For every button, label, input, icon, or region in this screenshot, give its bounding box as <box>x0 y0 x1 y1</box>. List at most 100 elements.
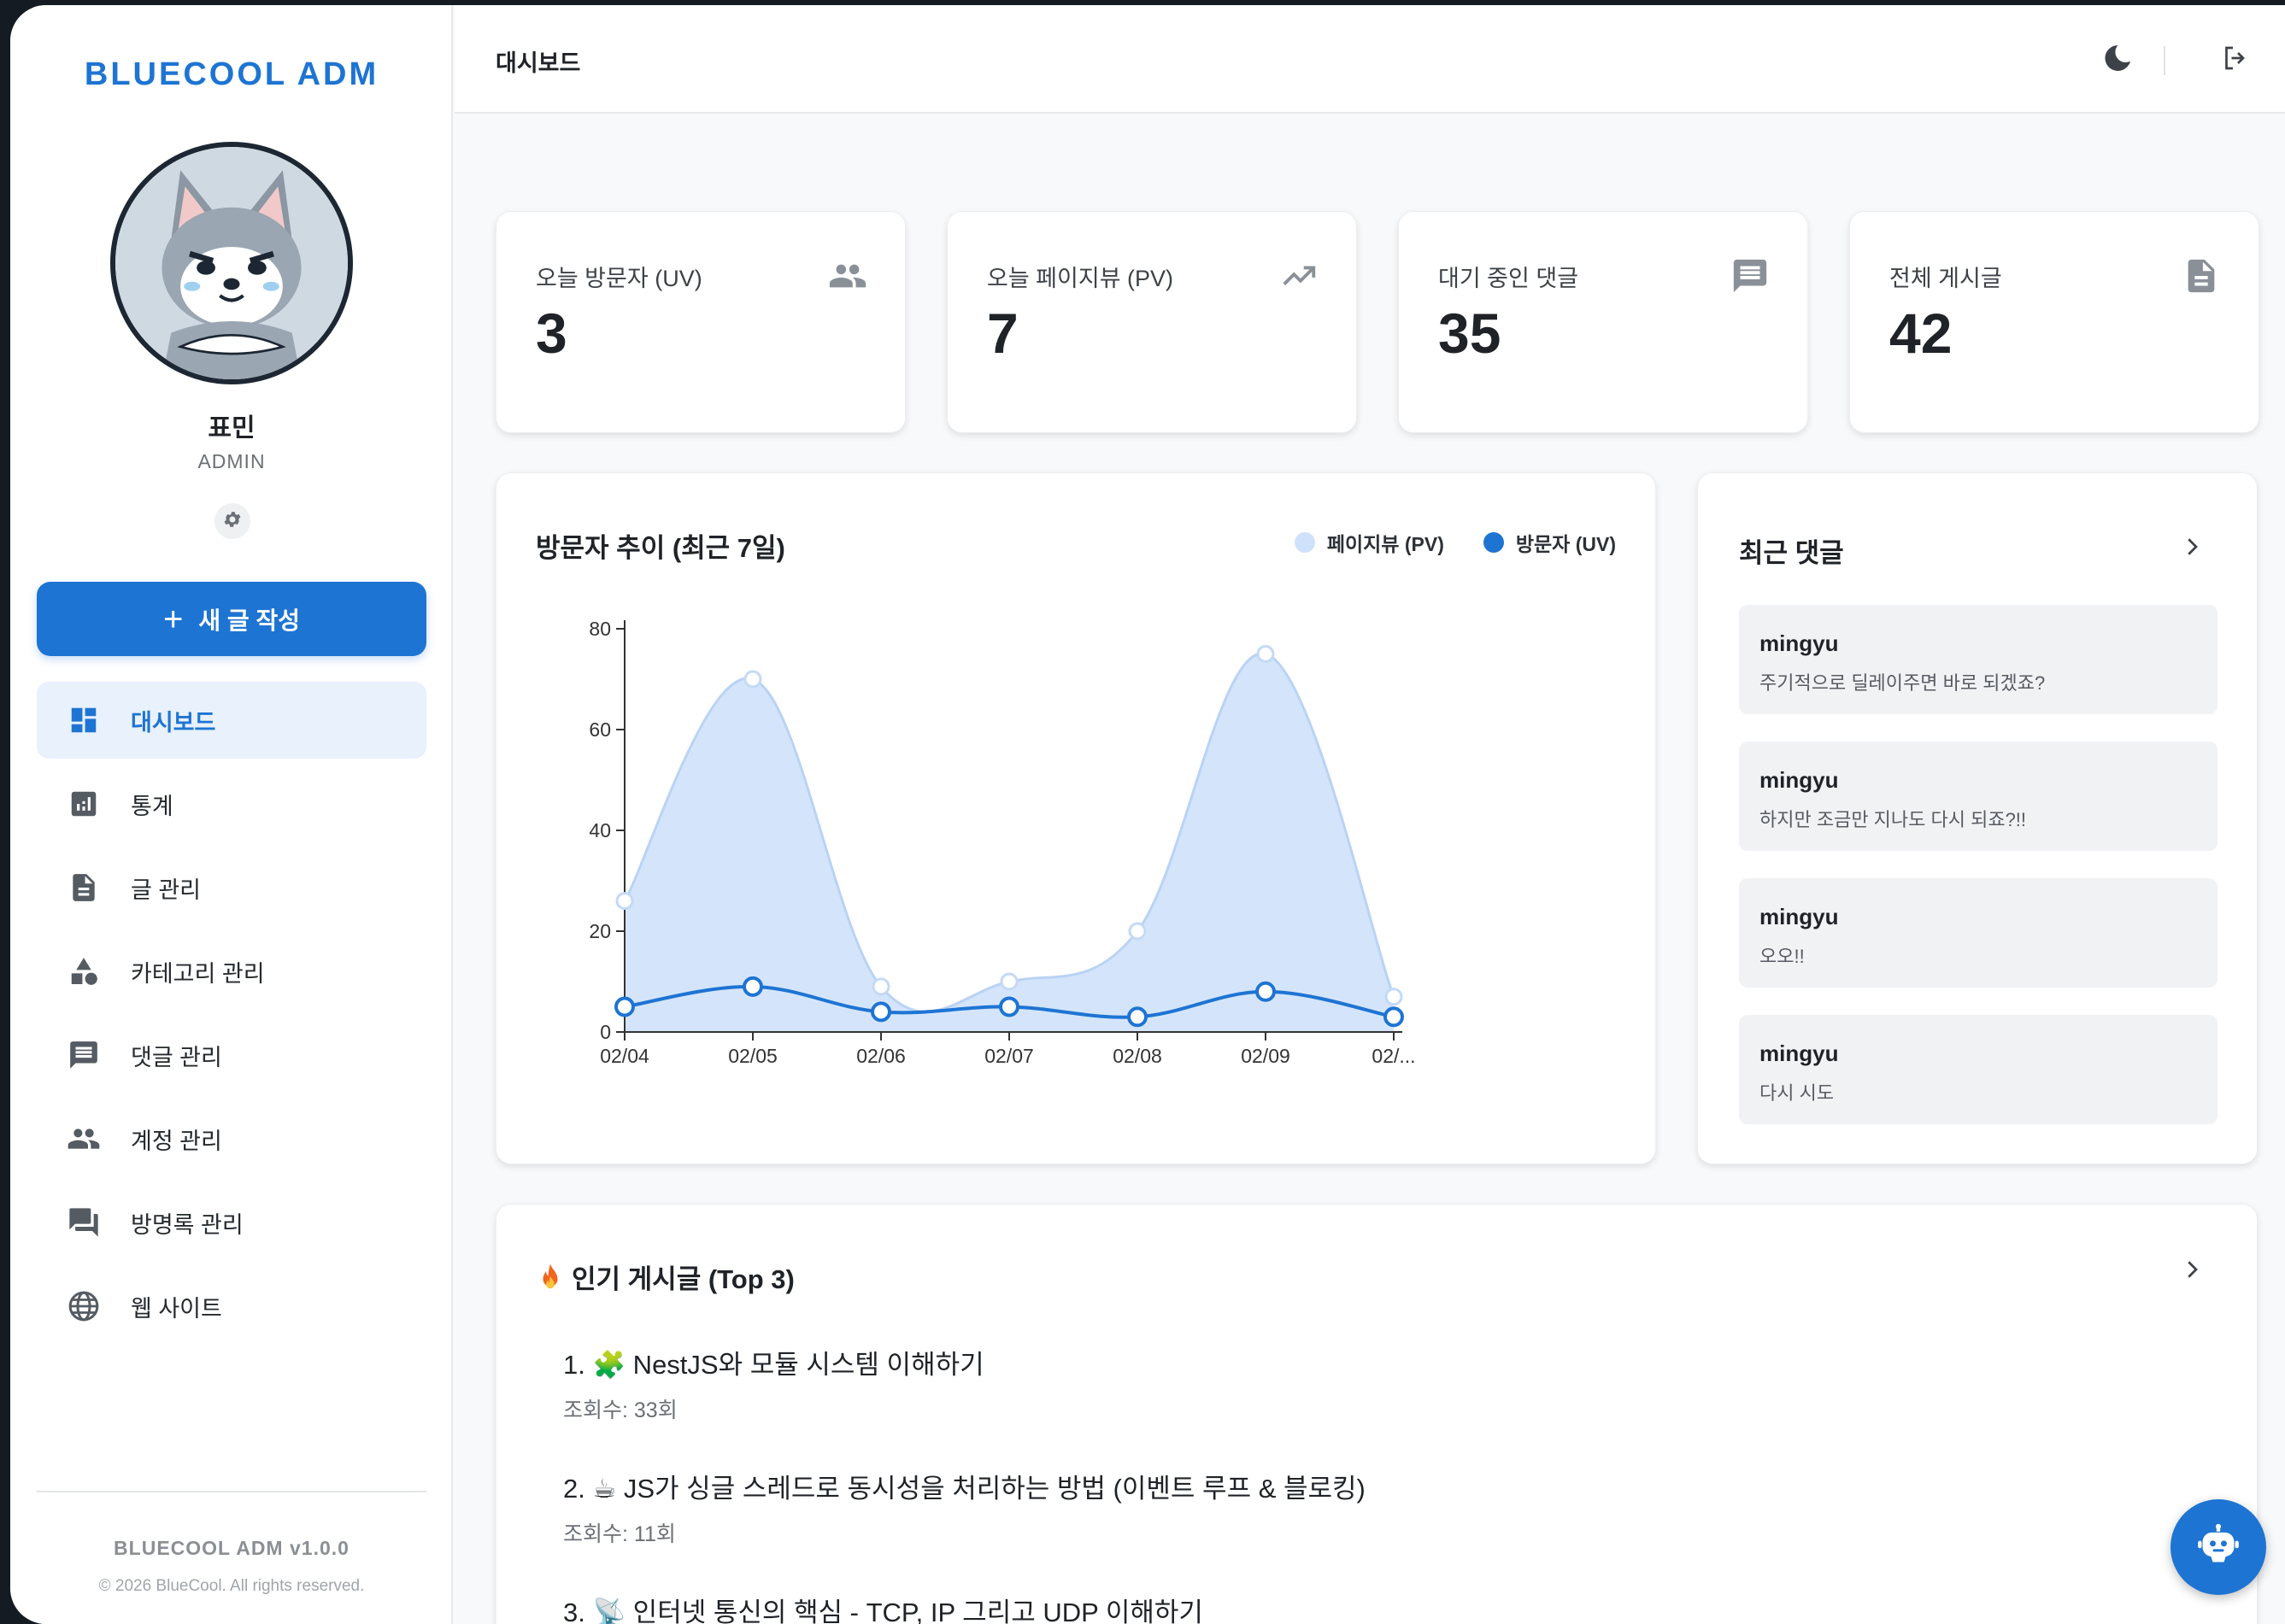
x-tick-label: 02/08 <box>1113 1045 1162 1067</box>
moon-icon <box>2102 43 2133 78</box>
stat-card-uv: 오늘 방문자 (UV) 3 <box>496 211 906 433</box>
visitor-trend-chart: 0 20 40 60 80 02/04 02/05 02/06 02/07 02/08 02/09 0… <box>589 618 1415 1067</box>
sidebar-item-label: 댓글 관리 <box>131 1044 222 1070</box>
pv-point <box>1384 988 1403 1006</box>
app-version: BLUECOOL ADM v1.0.0 <box>114 1537 350 1559</box>
uv-point <box>1255 981 1276 1002</box>
popular-post-item[interactable]: 1. 🧩 NestJS와 모듈 시스템 이해하기 조회수: 33회 <box>563 1343 984 1424</box>
comment-item[interactable]: mingyu 하지만 조금만 지나도 다시 되죠?!! <box>1739 742 2217 851</box>
sidebar-item-statistics[interactable]: 통계 <box>37 765 426 842</box>
globe-icon <box>66 1288 102 1324</box>
uv-point <box>1127 1006 1148 1028</box>
popular-post-item[interactable]: 2. ☕ JS가 싱글 스레드로 동시성을 처리하는 방법 (이벤트 루프 & … <box>563 1467 1366 1548</box>
post-title[interactable]: 2. ☕ JS가 싱글 스레드로 동시성을 처리하는 방법 (이벤트 루프 & … <box>563 1467 1366 1505</box>
pv-point <box>1256 645 1275 663</box>
sidebar-item-label: 통계 <box>131 793 173 819</box>
pv-point <box>872 977 890 996</box>
uv-point <box>1383 1006 1404 1028</box>
comment-author: mingyu <box>1759 1041 1839 1066</box>
sidebar-item-website[interactable]: 웹 사이트 <box>37 1268 426 1345</box>
y-tick-label: 80 <box>589 618 611 640</box>
post-title[interactable]: 1. 🧩 NestJS와 모듈 시스템 이해하기 <box>563 1343 984 1381</box>
sidebar-item-label: 카테고리 관리 <box>131 960 265 987</box>
stat-label: 대기 중인 댓글 <box>1438 266 1579 291</box>
comment-text: 하지만 조금만 지나도 다시 되죠?!! <box>1759 809 2027 830</box>
chatbot-button[interactable] <box>2170 1499 2266 1595</box>
popular-title: 인기 게시글 (Top 3) <box>536 1258 795 1296</box>
stat-card-pending-comments: 대기 중인 댓글 35 <box>1398 211 1808 433</box>
pv-point <box>615 892 634 911</box>
uv-point <box>614 996 635 1017</box>
user-name: 표민 <box>208 414 256 443</box>
stat-card-pv: 오늘 페이지뷰 (PV) 7 <box>947 211 1357 433</box>
x-tick-label: 02/09 <box>1241 1045 1290 1067</box>
analytics-icon <box>66 786 102 822</box>
sidebar: BLUECOOL ADM 표민 ADMIN + 새 글 작성 대시보드 통계 글… <box>10 5 453 1624</box>
sidebar-item-label: 계정 관리 <box>131 1128 222 1154</box>
sidebar-item-guestbook[interactable]: 방명록 관리 <box>37 1184 426 1261</box>
document-icon <box>66 870 102 906</box>
theme-toggle-button[interactable] <box>2099 41 2136 79</box>
visitor-trend-card: 방문자 추이 (최근 7일) 페이지뷰 (PV) 방문자 (UV) 0 20 40 6… <box>496 472 1656 1164</box>
top-header: 대시보드 <box>455 5 2285 114</box>
comment-author: mingyu <box>1759 767 1839 793</box>
comment-item[interactable]: mingyu 오오!! <box>1739 878 2217 988</box>
sidebar-item-accounts[interactable]: 계정 관리 <box>37 1100 426 1177</box>
comment-item[interactable]: mingyu 주기적으로 딜레이주면 바로 되겠죠? <box>1739 605 2217 714</box>
stat-label: 오늘 방문자 (UV) <box>536 266 702 291</box>
chevron-right-icon <box>2179 1257 2205 1287</box>
gear-icon <box>222 509 243 534</box>
people-icon <box>66 1121 102 1157</box>
uv-point <box>871 1001 891 1023</box>
comment-icon <box>66 1037 102 1073</box>
page-title: 대시보드 <box>496 50 581 76</box>
pv-point <box>1128 922 1147 941</box>
stat-card-total-posts: 전체 게시글 42 <box>1849 211 2259 433</box>
fire-icon <box>536 1263 565 1292</box>
x-tick-label: 02/... <box>1372 1045 1415 1067</box>
sidebar-item-dashboard[interactable]: 대시보드 <box>37 682 426 759</box>
post-views: 조회수: 33회 <box>563 1398 678 1422</box>
logout-button[interactable] <box>2217 41 2254 79</box>
comments-more-button[interactable] <box>2175 531 2209 566</box>
comment-text: 다시 시도 <box>1759 1082 1835 1104</box>
plus-icon: + <box>163 600 184 638</box>
x-tick-label: 02/07 <box>984 1045 1034 1067</box>
trending-up-icon <box>1279 256 1319 296</box>
stat-value: 42 <box>1889 302 1953 365</box>
brand-logo[interactable]: BLUECOOL ADM <box>10 56 453 93</box>
sidebar-item-label: 방명록 관리 <box>131 1211 244 1238</box>
stat-value: 3 <box>536 302 567 365</box>
sidebar-divider <box>37 1491 426 1492</box>
post-views: 조회수: 11회 <box>563 1522 676 1546</box>
sidebar-nav: 대시보드 통계 글 관리 카테고리 관리 댓글 관리 계정 관리 방명록 관리 … <box>37 682 426 1351</box>
avatar <box>110 142 353 384</box>
profile-settings-button[interactable] <box>214 503 250 539</box>
category-icon <box>66 953 102 989</box>
sidebar-item-categories[interactable]: 카테고리 관리 <box>37 933 426 1010</box>
logout-icon <box>2220 43 2251 78</box>
header-divider <box>2164 46 2165 75</box>
comment-text: 오오!! <box>1759 946 1805 967</box>
comment-item[interactable]: mingyu 다시 시도 <box>1739 1015 2217 1124</box>
comment-author: mingyu <box>1759 904 1839 929</box>
pv-point <box>1000 972 1019 991</box>
post-title[interactable]: 3. 📡 인터넷 통신의 핵심 - TCP, IP 그리고 UDP 이해하기 <box>563 1591 1203 1624</box>
robot-icon <box>2196 1523 2241 1572</box>
sidebar-item-label: 글 관리 <box>131 876 202 903</box>
y-tick-label: 40 <box>589 819 611 841</box>
popular-post-item[interactable]: 3. 📡 인터넷 통신의 핵심 - TCP, IP 그리고 UDP 이해하기 <box>563 1591 1203 1624</box>
pv-point <box>743 670 762 689</box>
sidebar-item-posts[interactable]: 글 관리 <box>37 849 426 926</box>
sidebar-item-comments[interactable]: 댓글 관리 <box>37 1017 426 1093</box>
x-tick-label: 02/05 <box>728 1045 778 1067</box>
popular-more-button[interactable] <box>2175 1254 2209 1288</box>
comments-title: 최근 댓글 <box>1739 538 1844 568</box>
x-tick-label: 02/04 <box>600 1045 649 1067</box>
forum-icon <box>66 1205 102 1240</box>
stat-label: 전체 게시글 <box>1889 266 2002 291</box>
x-tick-label: 02/06 <box>856 1045 906 1067</box>
new-post-button[interactable]: + 새 글 작성 <box>37 582 426 656</box>
uv-point <box>743 976 763 997</box>
comment-icon <box>1730 256 1770 296</box>
